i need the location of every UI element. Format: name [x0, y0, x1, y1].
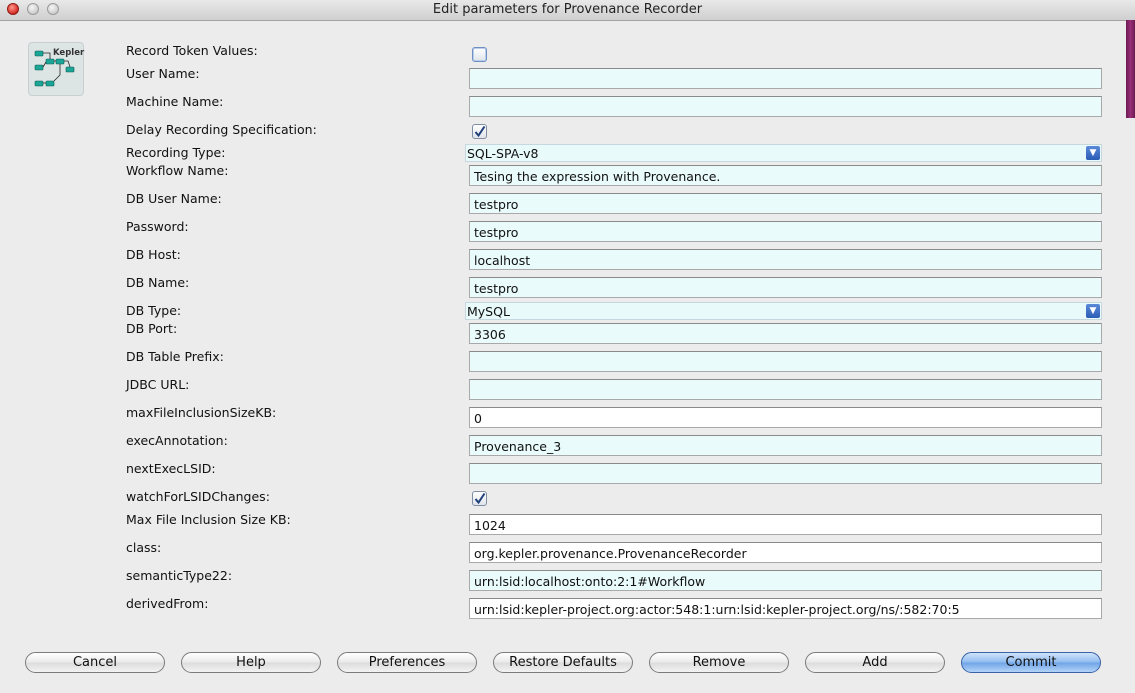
- recording-type-value: SQL-SPA-v8: [467, 146, 539, 161]
- db-host-label: DB Host:: [126, 247, 181, 262]
- derived-from-field[interactable]: urn:lsid:kepler-project.org:actor:548:1:…: [469, 598, 1102, 619]
- title-bar: Edit parameters for Provenance Recorder: [0, 0, 1135, 21]
- db-type-label: DB Type:: [126, 303, 182, 318]
- help-button[interactable]: Help: [181, 652, 321, 673]
- checkmark-icon: [474, 492, 486, 505]
- user-name-field[interactable]: [469, 68, 1102, 89]
- record-token-values-label: Record Token Values:: [126, 43, 258, 58]
- exec-annotation-label: execAnnotation:: [126, 433, 228, 448]
- window-title: Edit parameters for Provenance Recorder: [432, 2, 703, 17]
- delay-recording-checkbox[interactable]: [472, 124, 487, 139]
- cancel-button[interactable]: Cancel: [25, 652, 165, 673]
- class-field[interactable]: org.kepler.provenance.ProvenanceRecorder: [469, 542, 1102, 563]
- exec-annotation-field[interactable]: Provenance_3: [469, 435, 1102, 456]
- recording-type-label: Recording Type:: [126, 145, 226, 160]
- kepler-logo: Kepler: [28, 42, 84, 96]
- class-label: class:: [126, 540, 162, 555]
- max-file-inclusion-size-field[interactable]: 1024: [469, 514, 1102, 535]
- db-table-prefix-label: DB Table Prefix:: [126, 349, 224, 364]
- jdbc-url-label: JDBC URL:: [126, 377, 190, 392]
- jdbc-url-field[interactable]: [469, 379, 1102, 400]
- preferences-button[interactable]: Preferences: [337, 652, 477, 673]
- db-name-label: DB Name:: [126, 275, 190, 290]
- workflow-name-field[interactable]: Tesing the expression with Provenance.: [469, 165, 1102, 186]
- next-exec-lsid-field[interactable]: [469, 463, 1102, 484]
- commit-button[interactable]: Commit: [961, 652, 1101, 673]
- max-file-inclusion-size-label: Max File Inclusion Size KB:: [126, 512, 291, 527]
- db-type-select[interactable]: MySQL ▼: [465, 302, 1102, 320]
- chevron-down-icon[interactable]: ▼: [1086, 146, 1100, 160]
- watch-for-lsid-changes-checkbox[interactable]: [472, 491, 487, 506]
- restore-defaults-button[interactable]: Restore Defaults: [493, 652, 633, 673]
- semantic-type22-label: semanticType22:: [126, 568, 233, 583]
- checkmark-icon: [474, 125, 486, 138]
- kepler-logo-text: Kepler: [53, 48, 85, 58]
- max-file-inclusion-size-kb-label: maxFileInclusionSizeKB:: [126, 405, 277, 420]
- derived-from-label: derivedFrom:: [126, 596, 209, 611]
- max-file-inclusion-size-kb-field[interactable]: 0: [469, 407, 1102, 428]
- db-name-field[interactable]: testpro: [469, 277, 1102, 298]
- add-button[interactable]: Add: [805, 652, 945, 673]
- next-exec-lsid-label: nextExecLSID:: [126, 461, 216, 476]
- workflow-name-label: Workflow Name:: [126, 163, 229, 178]
- db-table-prefix-field[interactable]: [469, 351, 1102, 372]
- semantic-type22-field[interactable]: urn:lsid:localhost:onto:2:1#Workflow: [469, 570, 1102, 591]
- db-user-name-field[interactable]: testpro: [469, 193, 1102, 214]
- password-field[interactable]: testpro: [469, 221, 1102, 242]
- db-host-field[interactable]: localhost: [469, 249, 1102, 270]
- background-window-edge: [1126, 20, 1135, 118]
- delay-recording-label: Delay Recording Specification:: [126, 122, 317, 137]
- record-token-values-checkbox[interactable]: [472, 47, 487, 62]
- db-port-label: DB Port:: [126, 321, 178, 336]
- db-port-field[interactable]: 3306: [469, 323, 1102, 344]
- remove-button[interactable]: Remove: [649, 652, 789, 673]
- machine-name-label: Machine Name:: [126, 94, 224, 109]
- machine-name-field[interactable]: [469, 96, 1102, 117]
- user-name-label: User Name:: [126, 66, 200, 81]
- password-label: Password:: [126, 219, 189, 234]
- chevron-down-icon[interactable]: ▼: [1086, 304, 1100, 318]
- db-user-name-label: DB User Name:: [126, 191, 222, 206]
- db-type-value: MySQL: [467, 304, 510, 319]
- watch-for-lsid-changes-label: watchForLSIDChanges:: [126, 489, 270, 504]
- recording-type-select[interactable]: SQL-SPA-v8 ▼: [465, 144, 1102, 162]
